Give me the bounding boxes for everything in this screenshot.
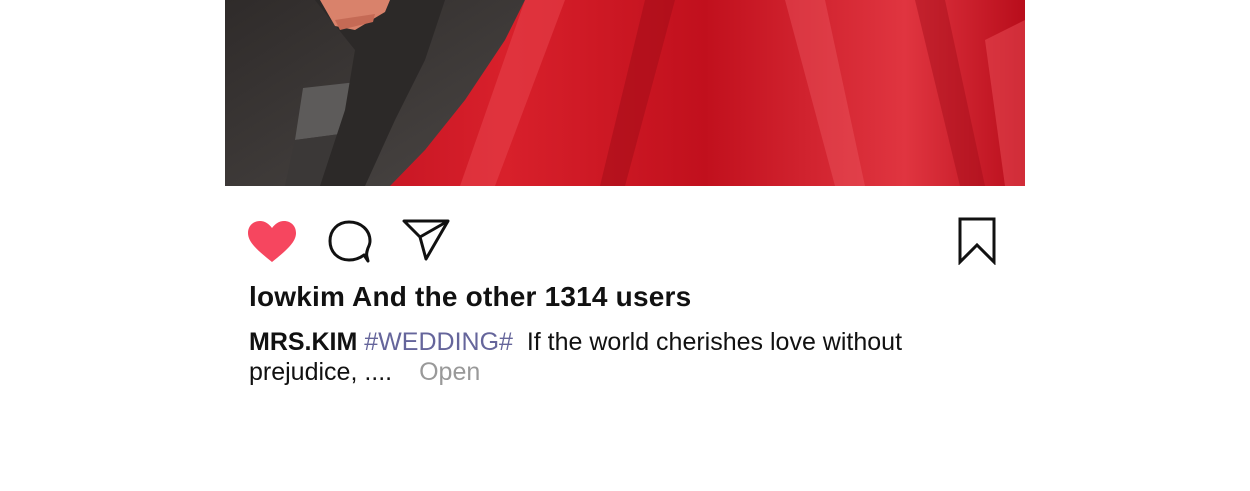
likes-count-text[interactable]: lowkim And the other 1314 users	[249, 281, 691, 313]
post-caption: MRS.KIM #WEDDING# If the world cherishes…	[249, 327, 949, 387]
comment-button[interactable]	[327, 219, 373, 270]
bookmark-button[interactable]	[958, 217, 996, 270]
wedding-photo-image	[225, 0, 1025, 186]
bookmark-icon	[958, 217, 996, 266]
post-photo[interactable]	[225, 0, 1025, 186]
caption-hashtag[interactable]: #WEDDING#	[364, 328, 513, 356]
share-button[interactable]	[402, 218, 450, 267]
like-button[interactable]	[247, 220, 297, 269]
heart-icon	[248, 221, 296, 262]
caption-open-link[interactable]: Open	[419, 358, 480, 386]
caption-username[interactable]: MRS.KIM	[249, 328, 357, 356]
post-card: lowkim And the other 1314 users MRS.KIM …	[225, 0, 1025, 491]
send-icon	[402, 219, 450, 261]
post-actions-bar	[225, 216, 1025, 267]
comment-bubble-icon	[328, 220, 372, 263]
